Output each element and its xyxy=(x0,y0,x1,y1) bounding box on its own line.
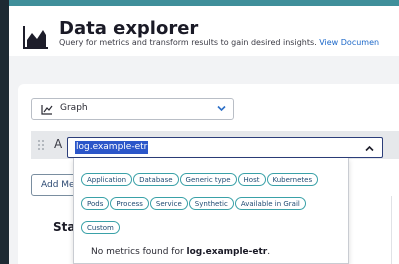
subtitle-text: Query for metrics and transform results … xyxy=(59,38,317,47)
divider xyxy=(391,196,392,264)
line-chart-icon xyxy=(41,105,53,115)
no-results-term: log.example-etr xyxy=(186,247,268,257)
category-chip[interactable]: Synthetic xyxy=(188,197,234,210)
category-chip[interactable]: Host xyxy=(237,173,266,186)
visualization-select-label: Graph xyxy=(60,103,88,113)
chevron-up-icon[interactable] xyxy=(365,145,374,152)
metric-dropdown: Application Database Generic type Host Kuber… xyxy=(73,158,349,264)
page-header: Data explorer Query for metrics and tran… xyxy=(9,6,399,56)
metric-search-input[interactable]: log.example-etr xyxy=(67,137,383,158)
area-chart-icon xyxy=(23,26,48,49)
category-chip[interactable]: Service xyxy=(149,197,188,210)
no-results-prefix: No metrics found for xyxy=(91,247,187,257)
category-chip[interactable]: Kubernetes xyxy=(266,173,319,186)
no-results-suffix: . xyxy=(267,247,271,257)
category-chips: Application Database Generic type Host Kuber… xyxy=(81,167,343,239)
view-documentation-link[interactable]: View Documen xyxy=(319,38,379,47)
category-chip[interactable]: Available in Grail xyxy=(234,197,306,210)
page-title: Data explorer xyxy=(59,18,199,39)
query-letter: A xyxy=(54,137,63,151)
category-chip[interactable]: Application xyxy=(81,173,133,186)
category-chip[interactable]: Process xyxy=(110,197,149,210)
left-nav-strip xyxy=(0,0,9,264)
category-chip[interactable]: Database xyxy=(133,173,179,186)
drag-handle-icon[interactable] xyxy=(38,140,44,150)
category-chip[interactable]: Pods xyxy=(81,197,110,210)
page-subtitle: Query for metrics and transform results … xyxy=(59,38,379,47)
category-chip[interactable]: Custom xyxy=(81,221,120,234)
no-results-message: No metrics found for log.example-etr. xyxy=(91,247,270,257)
visualization-select[interactable]: Graph xyxy=(31,98,234,120)
chevron-down-icon xyxy=(217,105,226,112)
page-background xyxy=(9,56,399,84)
category-chip[interactable]: Generic type xyxy=(179,173,237,186)
metric-search-value[interactable]: log.example-etr xyxy=(75,141,149,154)
